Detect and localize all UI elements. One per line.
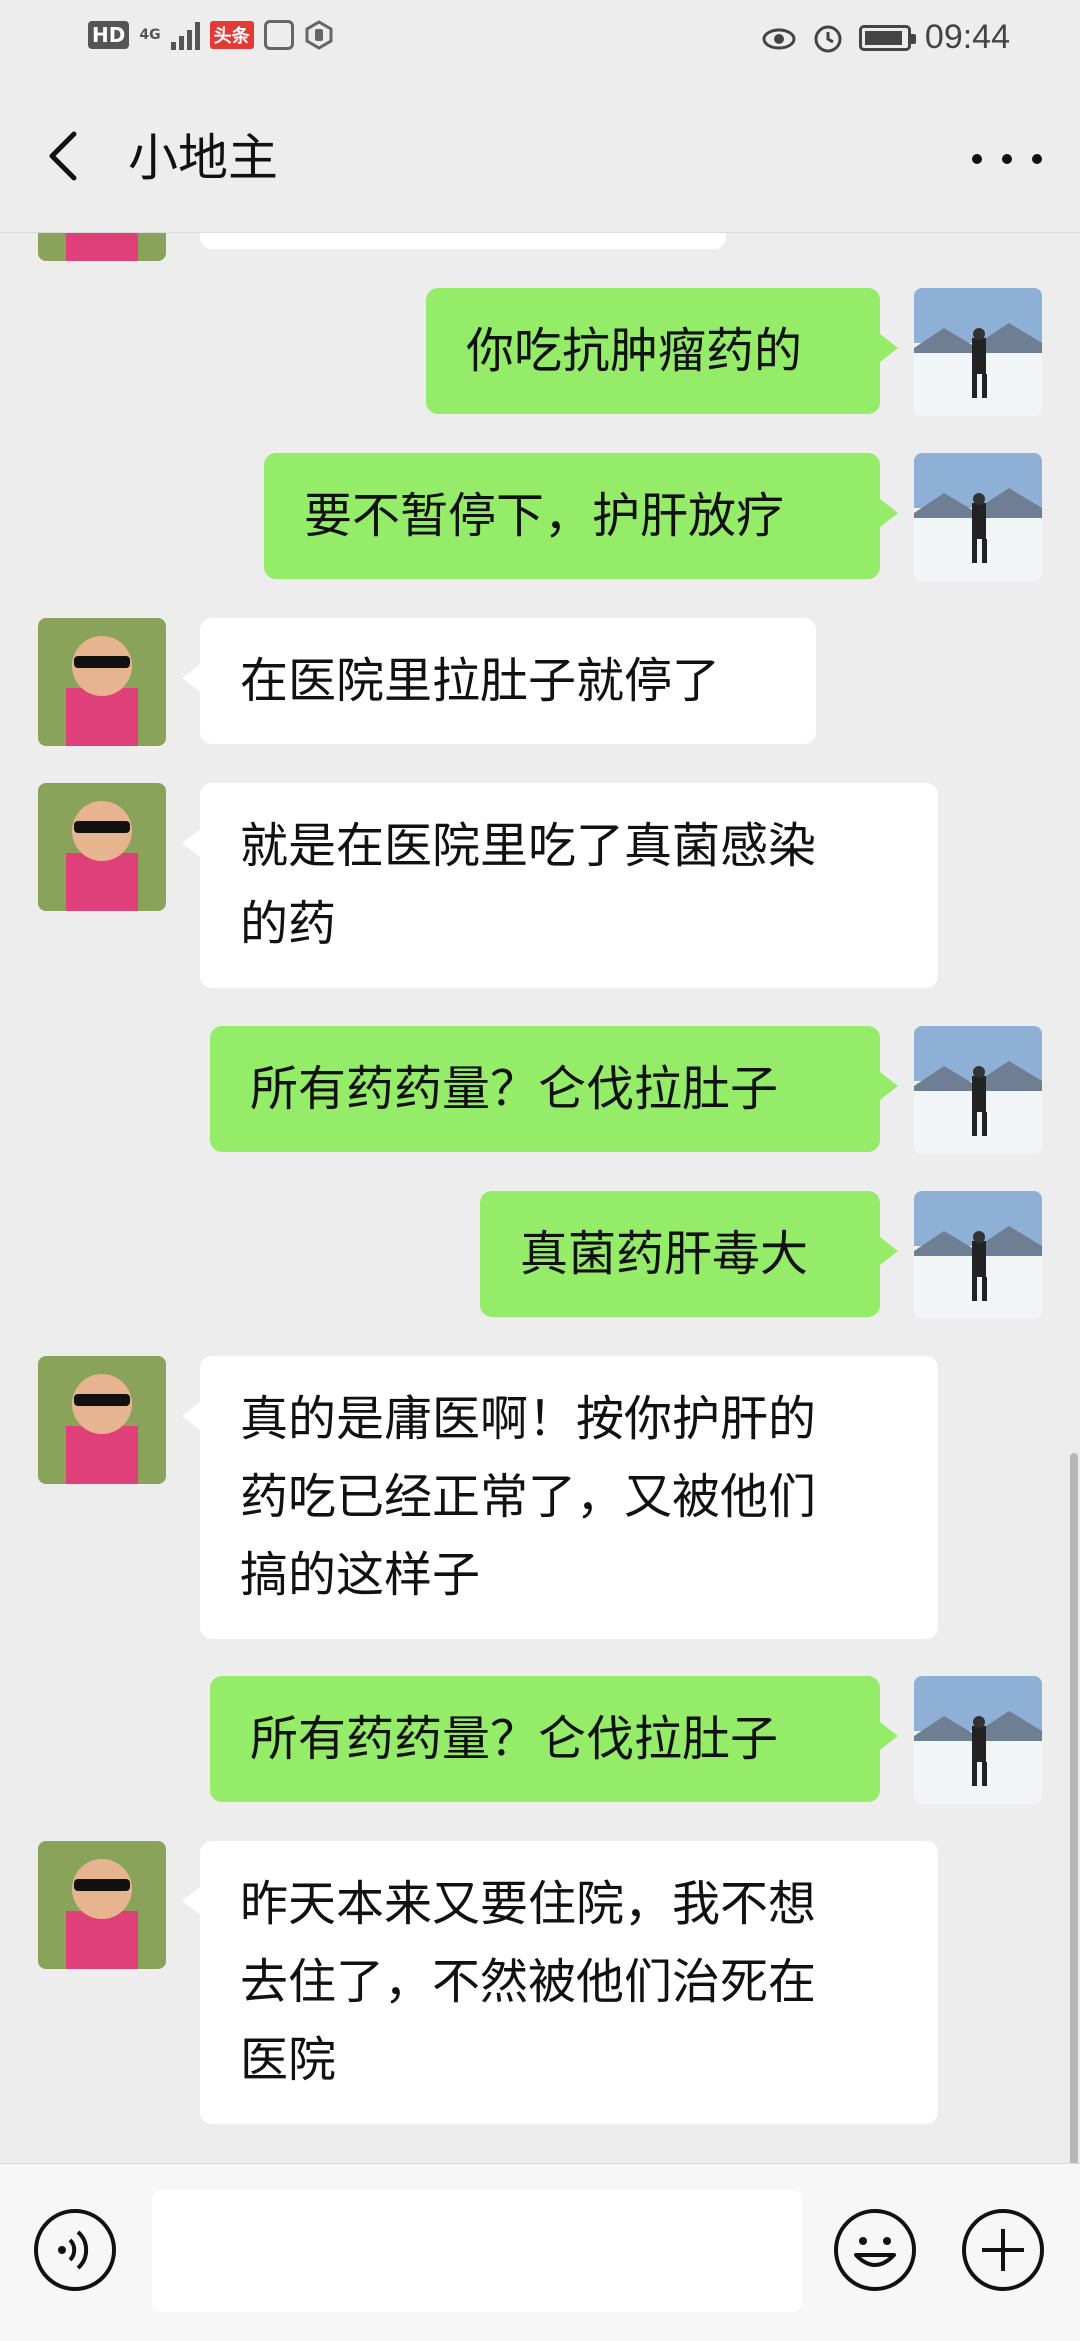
voice-icon[interactable] [32,2207,118,2293]
message-text: 要不暂停下，护肝放疗 [304,488,785,544]
message-text: 真的是庸医啊！按你护肝的 [240,1391,817,1447]
outgoing-message-bubble[interactable]: 所有药药量？仑伐拉肚子 [210,1676,898,1802]
contact-avatar[interactable] [38,783,166,911]
my-avatar[interactable] [914,1191,1042,1319]
outgoing-message-bubble[interactable]: 要不暂停下，护肝放疗 [264,453,898,579]
signal-icon [170,20,200,50]
message-text: 所有药药量？仑伐拉肚子 [250,1061,779,1117]
incoming-message-bubble[interactable]: 就是在医院里吃了真菌感染 的药 [182,783,938,988]
input-bar [0,2163,1080,2341]
message-text: 的药 [240,896,337,952]
status-left-icons: HD 4G 头条 [88,20,334,50]
chevron-left-icon[interactable] [38,126,98,186]
message-text: 医院 [240,2032,337,2088]
message-input[interactable] [152,2190,802,2312]
hand-icon [305,20,333,50]
notification-icon [263,20,294,50]
status-right-icons: 09:44 [761,18,1010,57]
incoming-message-bubble[interactable] [200,233,726,249]
plus-icon[interactable] [960,2207,1046,2293]
my-avatar[interactable] [914,1026,1042,1154]
status-bar: HD 4G 头条 09:44 [0,0,1080,80]
outgoing-message-bubble[interactable]: 所有药药量？仑伐拉肚子 [210,1026,898,1152]
my-avatar[interactable] [914,288,1042,416]
status-time: 09:44 [924,18,1010,56]
my-avatar[interactable] [914,1676,1042,1804]
outgoing-message-bubble[interactable]: 真菌药肝毒大 [480,1191,898,1317]
incoming-message-bubble[interactable]: 真的是庸医啊！按你护肝的 药吃已经正常了，又被他们 搞的这样子 [182,1356,938,1639]
scrollbar[interactable] [1070,1453,1078,2163]
message-text: 去住了，不然被他们治死在 [240,1954,817,2010]
contact-avatar[interactable] [38,618,166,746]
hd-badge: HD [88,21,130,49]
message-text: 就是在医院里吃了真菌感染 [240,818,817,874]
my-avatar[interactable] [914,453,1042,581]
message-text: 你吃抗肿瘤药的 [466,323,803,379]
outgoing-message-bubble[interactable]: 你吃抗肿瘤药的 [426,288,898,414]
chat-header: 小地主 [0,80,1080,233]
message-text: 在医院里拉肚子就停了 [240,653,721,709]
message-text: 昨天本来又要住院，我不想 [240,1876,817,1932]
chat-title: 小地主 [128,129,278,187]
message-text: 药吃已经正常了，又被他们 [240,1469,817,1525]
contact-avatar[interactable] [38,233,166,261]
contact-avatar[interactable] [38,1356,166,1484]
message-list[interactable]: 你吃抗肿瘤药的 要不暂停下，护肝放疗 在医院里拉肚子就停了 就是在医院里吃了真菌… [0,233,1080,2163]
alarm-icon [814,25,842,52]
message-text: 真菌药肝毒大 [520,1226,809,1282]
message-text: 所有药药量？仑伐拉肚子 [250,1711,779,1767]
network-type: 4G [139,27,161,43]
eye-icon [762,28,796,49]
emoji-icon[interactable] [832,2207,918,2293]
incoming-message-bubble[interactable]: 在医院里拉肚子就停了 [182,618,816,744]
message-text: 搞的这样子 [240,1547,481,1603]
toutiao-badge: 头条 [209,21,254,49]
more-dots-icon[interactable] [972,134,1042,184]
contact-avatar[interactable] [38,1841,166,1969]
battery-icon [858,24,916,51]
incoming-message-bubble[interactable]: 昨天本来又要住院，我不想 去住了，不然被他们治死在 医院 [182,1841,938,2124]
